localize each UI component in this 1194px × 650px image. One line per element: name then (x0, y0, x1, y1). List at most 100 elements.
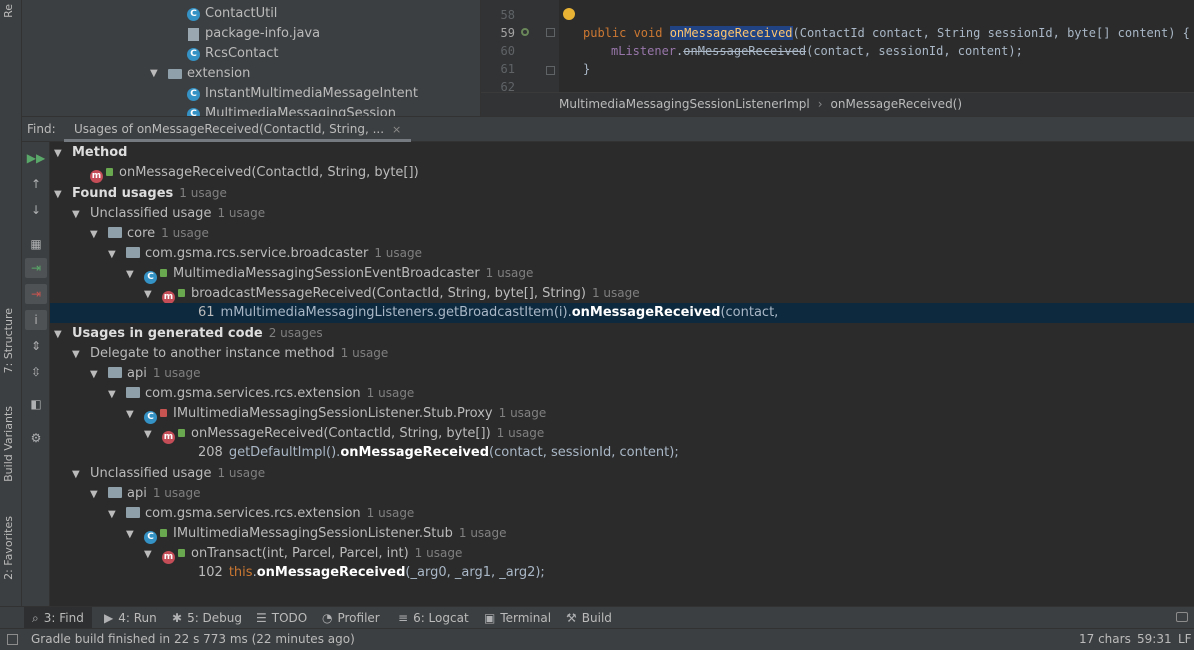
tree-node-class[interactable]: ▼ C IMultimediaMessagingSessionListener.St… (50, 403, 1194, 425)
find-tab-title: Usages of onMessageReceived(ContactId, S… (74, 122, 385, 136)
tree-node-generated[interactable]: ▼ Usages in generated code 2 usages (50, 323, 1194, 343)
override-marker-icon[interactable] (521, 28, 529, 36)
gear-icon[interactable]: ⚙ (25, 428, 47, 448)
private-visibility-icon (160, 409, 167, 417)
usage-row[interactable]: 102 this.onMessageReceived(_arg0, _arg1, … (50, 563, 1194, 583)
expand-triangle-icon[interactable]: ▼ (90, 365, 102, 385)
expand-triangle-icon[interactable]: ▼ (90, 485, 102, 505)
public-visibility-icon (178, 549, 185, 557)
tab-terminal[interactable]: ▣ Terminal (476, 607, 559, 629)
expand-triangle-icon[interactable]: ▼ (126, 265, 138, 285)
tree-node-class[interactable]: ▼ C IMultimediaMessagingSessionListener.St… (50, 523, 1194, 545)
favorites-tab[interactable]: 2: Favorites (2, 516, 20, 580)
tree-item-package-info[interactable]: package-info.java (187, 24, 320, 44)
tab-todo[interactable]: ☰ TODO (248, 607, 315, 629)
expand-triangle-icon[interactable]: ▼ (72, 205, 84, 225)
package-icon (126, 507, 140, 518)
tree-node-unclassified[interactable]: ▼ Unclassified usage 1 usage (50, 203, 1194, 223)
tab-find[interactable]: ⌕ 3: Find (24, 607, 92, 629)
tree-item-rcscontact[interactable]: C RcsContact (187, 44, 279, 64)
tab-logcat[interactable]: ≡ 6: Logcat (390, 607, 477, 629)
expand-triangle-icon[interactable]: ▼ (144, 425, 156, 445)
public-visibility-icon (106, 168, 113, 176)
bug-icon: ✱ (172, 611, 183, 625)
resource-manager-tab[interactable]: Re (2, 4, 20, 18)
tab-debug[interactable]: ✱ 5: Debug (164, 607, 250, 629)
expand-triangle-icon[interactable]: ▼ (72, 345, 84, 365)
expand-triangle-icon[interactable]: ▼ (144, 285, 156, 305)
public-visibility-icon (178, 289, 185, 297)
expand-triangle-icon[interactable]: ▼ (126, 405, 138, 425)
tree-node-module-api[interactable]: ▼ api 1 usage (50, 363, 1194, 383)
expand-triangle-icon[interactable]: ▼ (54, 144, 66, 164)
tree-node-method[interactable]: ▼ m onTransact(int, Parcel, Parcel, int) 1 … (50, 543, 1194, 565)
tab-run[interactable]: ▶ 4: Run (96, 607, 165, 629)
tab-build[interactable]: ⚒ Build (558, 607, 620, 629)
line-number: 61 (500, 62, 515, 76)
preview-icon[interactable]: ◧ (25, 394, 47, 414)
fold-icon[interactable] (546, 28, 555, 37)
tree-node-method[interactable]: ▼ m onMessageReceived(ContactId, String, b… (50, 423, 1194, 445)
tree-node-delegate[interactable]: ▼ Delegate to another instance method 1 us… (50, 343, 1194, 363)
tree-node-method[interactable]: ▼ Method (50, 143, 1194, 163)
class-icon: C (187, 87, 200, 101)
folder-icon (168, 69, 182, 79)
intention-bulb-icon[interactable] (563, 8, 575, 20)
expand-triangle-icon[interactable]: ▼ (54, 325, 66, 345)
tree-item-label: extension (187, 66, 251, 81)
collapse-all-icon[interactable]: ⇳ (25, 362, 47, 382)
close-icon[interactable]: × (392, 123, 401, 136)
tree-node-module-core[interactable]: ▼ core 1 usage (50, 223, 1194, 243)
group-by-icon[interactable]: ▦ (25, 234, 47, 254)
breadcrumb-class[interactable]: MultimediaMessagingSessionListenerImpl (559, 97, 810, 111)
structure-tab[interactable]: 7: Structure (2, 308, 20, 373)
line-ending[interactable]: LF (1178, 629, 1192, 650)
tree-node-package[interactable]: ▼ com.gsma.services.rcs.extension 1 usage (50, 503, 1194, 523)
breadcrumb-method[interactable]: onMessageReceived() (831, 97, 963, 111)
expand-all-icon[interactable]: ⇕ (25, 336, 47, 356)
expand-triangle-icon[interactable]: ▼ (126, 525, 138, 545)
tree-item-instant-mm-intent[interactable]: C InstantMultimediaMessageIntent (187, 84, 418, 104)
tree-node-package[interactable]: ▼ com.gsma.services.rcs.extension 1 usage (50, 383, 1194, 403)
caret-position[interactable]: 59:31 (1137, 629, 1172, 650)
tree-node-target-method[interactable]: m onMessageReceived(ContactId, String, by… (50, 163, 1194, 183)
build-variants-tab[interactable]: Build Variants (2, 406, 20, 482)
info-icon[interactable]: i (25, 310, 47, 330)
event-log-icon[interactable] (1176, 612, 1188, 622)
code-editor[interactable]: 58 59 60 61 62 public void onMessageRece… (480, 0, 1194, 116)
tree-node-method[interactable]: ▼ m broadcastMessageReceived(ContactId, St… (50, 283, 1194, 305)
next-occurrence-icon[interactable]: ↓ (25, 200, 47, 220)
status-message[interactable]: Gradle build finished in 22 s 773 ms (22… (31, 629, 355, 650)
usage-row[interactable]: 208 getDefaultImpl().onMessageReceived(co… (50, 443, 1194, 463)
tree-item-extension[interactable]: ▼ extension (150, 64, 250, 84)
code-line-61: } (583, 62, 591, 76)
tree-node-package[interactable]: ▼ com.gsma.rcs.service.broadcaster 1 usage (50, 243, 1194, 263)
find-results-tab[interactable]: Usages of onMessageReceived(ContactId, S… (64, 117, 412, 142)
tree-item-mm-session[interactable]: C MultimediaMessagingSession (187, 104, 396, 116)
class-icon: C (187, 47, 200, 61)
tree-node-class[interactable]: ▼ C MultimediaMessagingSessionEventBroadca… (50, 263, 1194, 285)
expand-triangle-icon[interactable]: ▼ (108, 385, 120, 405)
previous-occurrence-icon[interactable]: ↑ (25, 174, 47, 194)
toggle-tool-windows-icon[interactable] (7, 634, 18, 645)
tree-item-contactutil[interactable]: C ContactUtil (187, 4, 277, 24)
tab-profiler[interactable]: ◔ Profiler (314, 607, 388, 629)
show-read-access-icon[interactable]: ⇥ (25, 258, 47, 278)
expand-triangle-icon[interactable]: ▼ (90, 225, 102, 245)
show-write-access-icon[interactable]: ⇥ (25, 284, 47, 304)
rerun-icon[interactable]: ▶▶ (25, 148, 47, 168)
tree-node-unclassified[interactable]: ▼ Unclassified usage 1 usage (50, 463, 1194, 483)
module-icon (108, 227, 122, 238)
expand-triangle-icon[interactable]: ▼ (54, 185, 66, 205)
tree-node-found-usages[interactable]: ▼ Found usages 1 usage (50, 183, 1194, 203)
expand-triangle-icon[interactable]: ▼ (72, 465, 84, 485)
expand-triangle-icon[interactable]: ▼ (108, 505, 120, 525)
usage-row-selected[interactable]: 61 mMultimediaMessagingListeners.getBroad… (50, 303, 1194, 323)
fold-icon[interactable] (546, 66, 555, 75)
find-label: Find: (27, 122, 56, 136)
tree-node-module-api[interactable]: ▼ api 1 usage (50, 483, 1194, 503)
tree-item-label: ContactUtil (205, 6, 278, 21)
expand-triangle-icon[interactable]: ▼ (144, 545, 156, 565)
expand-triangle-icon[interactable]: ▼ (150, 64, 162, 84)
expand-triangle-icon[interactable]: ▼ (108, 245, 120, 265)
